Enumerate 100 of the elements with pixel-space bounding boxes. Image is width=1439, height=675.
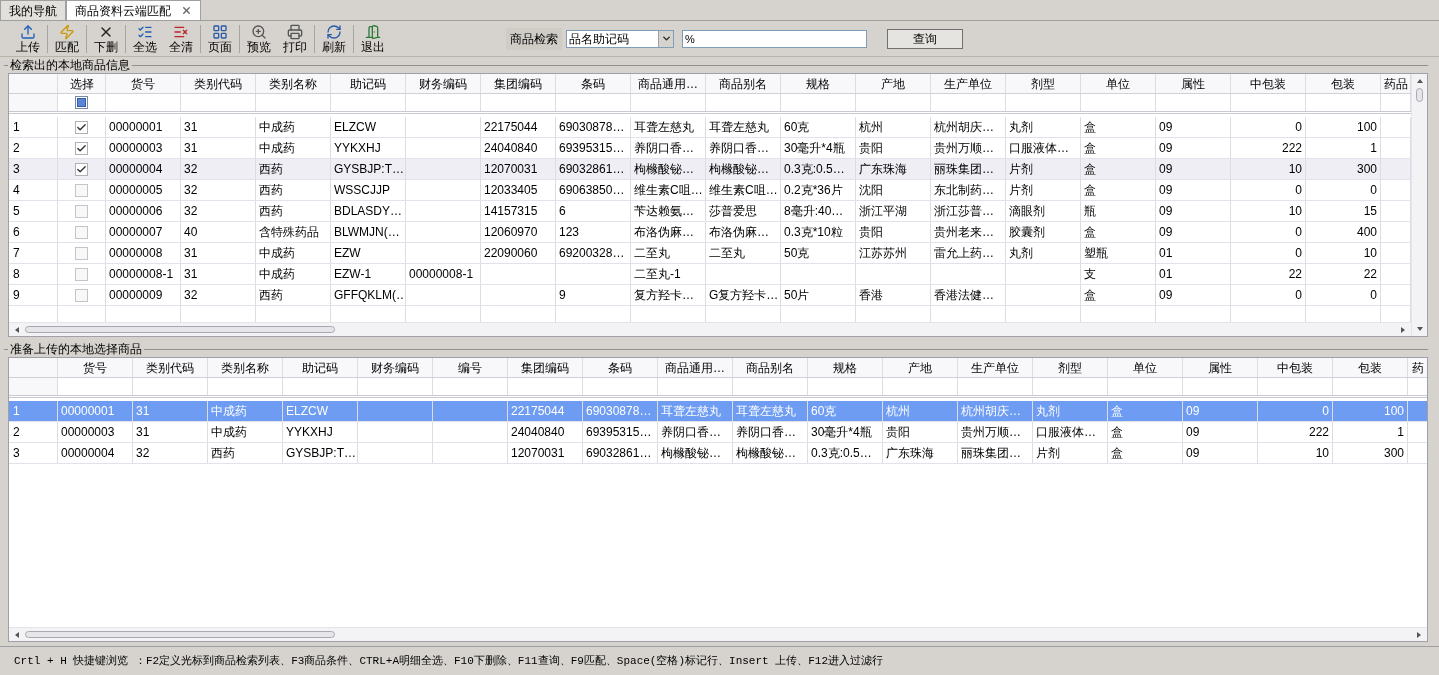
scroll-up-arrow-icon[interactable] bbox=[1415, 77, 1424, 85]
table-row[interactable]: 3 00000004 32 西药 GYSBJP:T… 12070031 69032861… 枸橼酸铋… 枸橼酸铋… 0.3克:0.5… 广东珠海 丽珠集团… 片剂 盒 09 10 300 bbox=[9, 159, 1411, 180]
column-header[interactable]: 选择 bbox=[58, 74, 106, 93]
column-header[interactable]: 助记码 bbox=[331, 74, 406, 93]
checkbox[interactable] bbox=[75, 141, 88, 155]
column-header[interactable]: 类别名称 bbox=[208, 358, 283, 377]
toolbar-button[interactable]: 预览 bbox=[243, 21, 275, 56]
table-cell: 24040840 bbox=[481, 138, 556, 158]
column-header[interactable]: 中包装 bbox=[1231, 74, 1306, 93]
checkbox[interactable] bbox=[75, 120, 88, 134]
toolbar-button[interactable]: 匹配 bbox=[51, 21, 83, 56]
vertical-scrollbar[interactable] bbox=[1411, 74, 1427, 336]
scrollbar-thumb[interactable] bbox=[1416, 88, 1423, 102]
table-row[interactable]: 7 00000008 31 中成药 EZW 22090060 69200328… 二至丸 二至丸 50克 江苏苏州 雷允上药… 丸剂 塑瓶 01 0 10 bbox=[9, 243, 1411, 264]
checkbox[interactable] bbox=[75, 204, 88, 218]
search-field[interactable]: % bbox=[682, 29, 867, 48]
table-cell: 30毫升*4瓶 bbox=[781, 138, 856, 158]
close-icon[interactable] bbox=[181, 5, 192, 16]
table-row[interactable]: 5 00000006 32 西药 BDLASDY… 14157315 6 苄达赖氨… 莎普爱思 8毫升:40… 浙江平湖 浙江莎普… 滴眼剂 瓶 09 10 15 bbox=[9, 201, 1411, 222]
toolbar-button[interactable]: 全选 bbox=[129, 21, 161, 56]
column-header[interactable]: 规格 bbox=[808, 358, 883, 377]
column-header[interactable]: 属性 bbox=[1183, 358, 1258, 377]
column-header[interactable]: 生产单位 bbox=[931, 74, 1006, 93]
scroll-left-arrow-icon[interactable] bbox=[13, 325, 21, 334]
search-type-dropdown[interactable]: 品名助记码 bbox=[566, 29, 674, 48]
table-row[interactable]: 4 00000005 32 西药 WSSCJJP 12033405 69063850… 维生素C咀… 维生素C咀… 0.2克*36片 沈阳 东北制药… 片剂 盒 09 0 0 bbox=[9, 180, 1411, 201]
toolbar-button[interactable]: 上传 bbox=[12, 21, 44, 56]
column-header[interactable]: 中包装 bbox=[1258, 358, 1333, 377]
table-cell: BDLASDY… bbox=[331, 201, 406, 221]
horizontal-scrollbar[interactable] bbox=[9, 322, 1411, 336]
checkbox[interactable] bbox=[75, 267, 88, 281]
scroll-left-arrow-icon[interactable] bbox=[13, 630, 21, 639]
toolbar-button[interactable]: 刷新 bbox=[318, 21, 350, 56]
column-header[interactable]: 货号 bbox=[58, 358, 133, 377]
column-header[interactable]: 产地 bbox=[856, 74, 931, 93]
scrollbar-thumb[interactable] bbox=[25, 326, 335, 333]
scroll-right-arrow-icon[interactable] bbox=[1399, 325, 1407, 334]
checkbox[interactable] bbox=[75, 246, 88, 260]
column-header[interactable]: 药 bbox=[1408, 358, 1427, 377]
column-header[interactable]: 财务编码 bbox=[406, 74, 481, 93]
scroll-down-arrow-icon[interactable] bbox=[1415, 325, 1424, 333]
table-row[interactable]: 8 00000008-1 31 中成药 EZW-1 00000008-1 二至丸-1 支 01 22 22 bbox=[9, 264, 1411, 285]
column-header[interactable]: 集团编码 bbox=[508, 358, 583, 377]
checkbox[interactable] bbox=[75, 288, 88, 302]
column-header[interactable]: 商品别名 bbox=[706, 74, 781, 93]
table-row[interactable]: 9 00000009 32 西药 GFFQKLM(… 9 复方羟卡… G复方羟卡… 50片 香港 香港法健… 盒 09 0 0 bbox=[9, 285, 1411, 306]
column-header[interactable]: 单位 bbox=[1108, 358, 1183, 377]
query-button[interactable]: 查询 bbox=[887, 28, 963, 49]
column-header[interactable]: 包装 bbox=[1306, 74, 1381, 93]
select-all-checkbox[interactable] bbox=[75, 96, 88, 109]
column-header[interactable]: 财务编码 bbox=[358, 358, 433, 377]
table-row[interactable]: 3 00000004 32 西药 GYSBJP:T… 12070031 69032861… 枸橼酸铋… 枸橼酸铋… 0.3克:0.5… 广东珠海 丽珠集团… 片剂 盒 09 10 300 bbox=[9, 443, 1427, 464]
column-header[interactable]: 规格 bbox=[781, 74, 856, 93]
toolbar-button[interactable]: 全清 bbox=[165, 21, 197, 56]
table-row[interactable]: 6 00000007 40 含特殊药品 BLWMJN(… 12060970 123 布洛伪麻… 布洛伪麻… 0.3克*10粒 贵阳 贵州老来… 胶囊剂 盒 09 0 400 bbox=[9, 222, 1411, 243]
checkbox[interactable] bbox=[75, 183, 88, 197]
printer-icon bbox=[287, 23, 303, 40]
column-header[interactable]: 商品通用… bbox=[658, 358, 733, 377]
column-header[interactable]: 类别名称 bbox=[256, 74, 331, 93]
column-header[interactable]: 条码 bbox=[583, 358, 658, 377]
column-header[interactable]: 类别代码 bbox=[133, 358, 208, 377]
column-header[interactable]: 单位 bbox=[1081, 74, 1156, 93]
table-cell: 31 bbox=[181, 243, 256, 263]
scrollbar-thumb[interactable] bbox=[25, 631, 335, 638]
row-number: 9 bbox=[9, 285, 58, 305]
column-header[interactable]: 集团编码 bbox=[481, 74, 556, 93]
row-number: 4 bbox=[9, 180, 58, 200]
column-header[interactable]: 商品通用… bbox=[631, 74, 706, 93]
scroll-right-arrow-icon[interactable] bbox=[1415, 630, 1423, 639]
column-header[interactable]: 剂型 bbox=[1033, 358, 1108, 377]
table-cell: 00000001 bbox=[106, 117, 181, 137]
column-header[interactable]: 助记码 bbox=[283, 358, 358, 377]
column-header[interactable]: 属性 bbox=[1156, 74, 1231, 93]
table-cell: 中成药 bbox=[256, 243, 331, 263]
table-cell: 24040840 bbox=[508, 422, 583, 442]
table-cell: 0.3克:0.5… bbox=[781, 159, 856, 179]
toolbar-button[interactable]: 打印 bbox=[279, 21, 311, 56]
row-number: 6 bbox=[9, 222, 58, 242]
table-cell: 09 bbox=[1156, 222, 1231, 242]
toolbar-button[interactable]: 下删 bbox=[90, 21, 122, 56]
column-header[interactable]: 剂型 bbox=[1006, 74, 1081, 93]
tab[interactable]: 商品资料云端匹配 bbox=[66, 0, 201, 20]
column-header[interactable]: 包装 bbox=[1333, 358, 1408, 377]
horizontal-scrollbar[interactable] bbox=[9, 627, 1427, 641]
table-cell: 盒 bbox=[1108, 422, 1183, 442]
toolbar-button[interactable]: 退出 bbox=[357, 21, 389, 56]
column-header[interactable]: 生产单位 bbox=[958, 358, 1033, 377]
table-row[interactable]: 2 00000003 31 中成药 YYKXHJ 24040840 69395315… 养阴口香… 养阴口香… 30毫升*4瓶 贵阳 贵州万顺… 口服液体… 盒 09 222 1 bbox=[9, 138, 1411, 159]
table-row[interactable]: 2 00000003 31 中成药 YYKXHJ 24040840 69395315… 养阴口香… 养阴口香… 30毫升*4瓶 贵阳 贵州万顺… 口服液体… 盒 09 222 1 bbox=[9, 422, 1427, 443]
toolbar-button[interactable]: 页面 bbox=[204, 21, 236, 56]
column-header[interactable]: 类别代码 bbox=[181, 74, 256, 93]
column-header[interactable]: 产地 bbox=[883, 358, 958, 377]
checkbox[interactable] bbox=[75, 162, 88, 176]
table-row[interactable]: 1 00000001 31 中成药 ELZCW 22175044 69030878… 耳聋左慈丸 耳聋左慈丸 60克 杭州 杭州胡庆… 丸剂 盒 09 0 100 bbox=[9, 117, 1411, 138]
column-header[interactable]: 编号 bbox=[433, 358, 508, 377]
tab[interactable]: 我的导航 bbox=[0, 0, 66, 20]
column-header[interactable]: 货号 bbox=[106, 74, 181, 93]
column-header[interactable]: 商品别名 bbox=[733, 358, 808, 377]
checkbox[interactable] bbox=[75, 225, 88, 239]
column-header[interactable]: 条码 bbox=[556, 74, 631, 93]
